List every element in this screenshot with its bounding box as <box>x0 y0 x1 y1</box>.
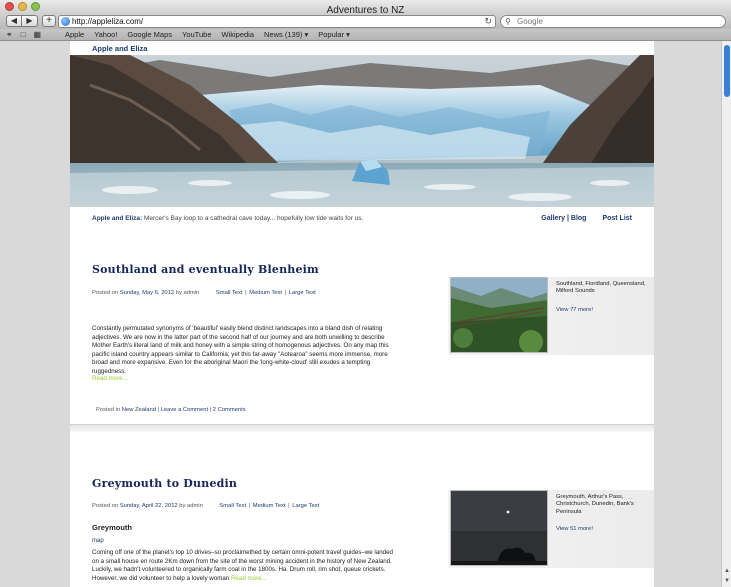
leave-comment-link[interactable]: Leave a Comment <box>161 407 208 413</box>
post-gallery-box: Greymouth, Arthur's Pass, Christchurch, … <box>448 490 654 568</box>
large-text-link[interactable]: Large Text <box>292 503 319 509</box>
post-title[interactable]: Southland and eventually Blenheim <box>92 263 319 276</box>
view-more-link[interactable]: View 77 more! <box>556 307 593 313</box>
bookmarks-bar: ⚭ □ ▦ Apple Yahoo! Google Maps YouTube W… <box>0 29 731 41</box>
vertical-scrollbar[interactable]: ▲ ▼ <box>721 41 731 587</box>
reload-icon[interactable]: ↻ <box>484 16 492 27</box>
text-size-controls: Small Text | Medium Text | Large Text <box>219 503 320 509</box>
forward-button[interactable]: ▶ <box>22 15 38 27</box>
bookmarks-book-icon[interactable]: □ <box>21 30 26 40</box>
globe-icon <box>61 17 70 26</box>
text-size-controls: Small Text | Medium Text | Large Text <box>215 290 316 296</box>
page-viewport: Apple and Eliza Apple and Eliza: Mercer'… <box>0 41 721 587</box>
site-tagline: Apple and Eliza: Mercer's Bay loop to a … <box>92 215 363 222</box>
post-gallery-box: Southland, Fiordland, Queensland, Milfor… <box>448 277 654 355</box>
scroll-up-icon[interactable]: ▲ <box>723 567 731 575</box>
bookmark-item[interactable]: Google Maps <box>122 29 177 40</box>
post-meta: Posted on Sunday, May 6, 2012 by admin S… <box>92 290 317 296</box>
post-excerpt-text: Constantly permutated synonyms of 'beaut… <box>92 325 389 375</box>
map-link[interactable]: map <box>92 538 104 544</box>
comments-link[interactable]: 2 Comments <box>213 407 246 413</box>
posted-on-label: Posted on <box>92 290 119 296</box>
read-more-link[interactable]: Read more... <box>231 575 267 582</box>
browser-toolbar: ◀ ▶ + ↻ ⚲ <box>0 14 731 29</box>
post-subheading: Greymouth <box>92 523 133 532</box>
medium-text-link[interactable]: Medium Text <box>249 290 282 296</box>
large-text-link[interactable]: Large Text <box>289 290 316 296</box>
add-bookmark-button[interactable]: + <box>42 15 56 27</box>
scrollbar-thumb[interactable] <box>724 45 730 97</box>
gallery-thumbnail[interactable] <box>450 277 548 353</box>
blog-page: Apple and Eliza Apple and Eliza: Mercer'… <box>70 41 654 587</box>
posted-on-label: Posted on <box>92 503 119 509</box>
category-link[interactable]: New Zealand <box>122 407 156 413</box>
small-text-link[interactable]: Small Text <box>219 503 246 509</box>
tagline-author: Apple and Eliza: <box>92 215 143 222</box>
post-author: by admin <box>179 503 203 509</box>
gallery-blog-link[interactable]: Gallery | Blog <box>541 215 586 222</box>
read-more-wrapper: Read more... <box>92 375 128 382</box>
minimize-window-button[interactable] <box>18 2 27 11</box>
window-controls <box>5 2 40 11</box>
post-divider <box>70 424 654 432</box>
zoom-window-button[interactable] <box>31 2 40 11</box>
bookmark-item[interactable]: Wikipedia <box>217 29 260 40</box>
bookmark-list: Apple Yahoo! Google Maps YouTube Wikiped… <box>60 29 355 40</box>
url-input[interactable] <box>72 16 482 27</box>
post-date-link[interactable]: Sunday, April 22, 2012 <box>120 503 178 509</box>
site-title[interactable]: Apple and Eliza <box>92 44 147 53</box>
post-meta: Posted on Sunday, April 22, 2012 by admi… <box>92 503 320 509</box>
gallery-thumbnail[interactable] <box>450 490 548 566</box>
post-author: by admin <box>175 290 200 296</box>
window-titlebar: Adventures to NZ <box>0 0 731 16</box>
bookmark-menu-popular[interactable]: Popular ▾ <box>313 29 355 40</box>
top-sites-grid-icon[interactable]: ▦ <box>34 30 42 40</box>
top-navigation: Gallery | Blog Post List <box>541 215 632 222</box>
history-buttons: ◀ ▶ <box>6 15 38 27</box>
post-list-link[interactable]: Post List <box>602 215 632 222</box>
back-button[interactable]: ◀ <box>6 15 22 27</box>
bookmark-item[interactable]: Apple <box>60 29 89 40</box>
medium-text-link[interactable]: Medium Text <box>253 503 286 509</box>
reading-list-icon[interactable]: ⚭ <box>6 30 13 40</box>
address-bar[interactable]: ↻ <box>58 15 496 28</box>
search-bar[interactable]: ⚲ <box>500 15 726 28</box>
post-excerpt: Coming off one of the planet's top 10 dr… <box>92 549 394 583</box>
post-title[interactable]: Greymouth to Dunedin <box>92 477 237 490</box>
post-footer: Posted in New Zealand | Leave a Comment … <box>96 407 246 413</box>
posted-in-label: Posted in <box>96 407 121 413</box>
gallery-locations: Southland, Fiordland, Queensland, Milfor… <box>556 281 646 295</box>
bookmark-item[interactable]: Yahoo! <box>89 29 122 40</box>
bookmark-item[interactable]: YouTube <box>177 29 216 40</box>
bookmark-tools: ⚭ □ ▦ <box>6 30 41 40</box>
tagline-text: Mercer's Bay loop to a cathedral cave to… <box>142 215 364 222</box>
post-excerpt: Constantly permutated synonyms of 'beaut… <box>92 325 394 377</box>
post-date-link[interactable]: Sunday, May 6, 2012 <box>120 290 174 296</box>
small-text-link[interactable]: Small Text <box>216 290 243 296</box>
search-input[interactable] <box>517 16 717 27</box>
read-more-link[interactable]: Read more... <box>92 375 128 382</box>
gallery-locations: Greymouth, Arthur's Pass, Christchurch, … <box>556 494 634 515</box>
header-glacier-image <box>70 55 654 207</box>
search-icon: ⚲ <box>505 17 511 26</box>
close-window-button[interactable] <box>5 2 14 11</box>
scroll-down-icon[interactable]: ▼ <box>723 577 731 585</box>
view-more-link[interactable]: View 51 more! <box>556 526 593 532</box>
bookmark-menu-news[interactable]: News (139) ▾ <box>259 29 313 40</box>
